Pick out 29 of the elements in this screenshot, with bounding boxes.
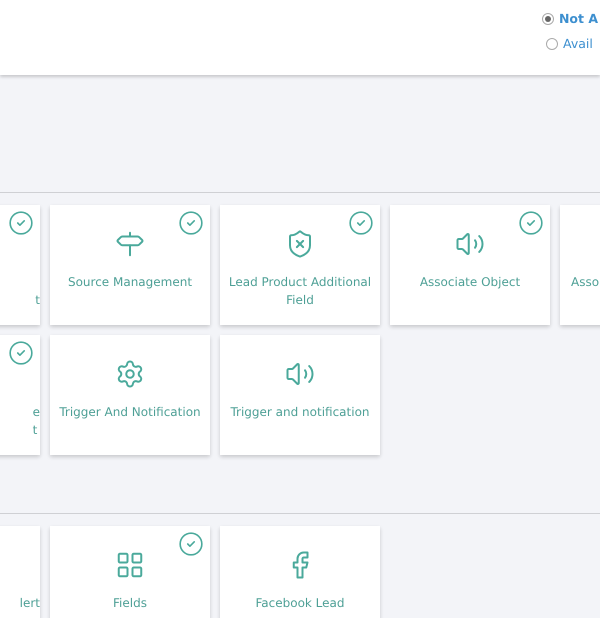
card-label: Fields — [112, 595, 148, 612]
signpost-icon — [115, 229, 145, 259]
card-label: e t — [32, 404, 40, 439]
module-card[interactable]: e t — [0, 335, 40, 455]
card-label: Associate Object — [418, 274, 522, 291]
card-label: t — [34, 292, 40, 309]
grid-icon — [115, 550, 145, 580]
module-card[interactable]: t — [0, 205, 40, 325]
card-label: Lead Product Additional Field — [228, 274, 372, 309]
card-label: Asso — [570, 274, 600, 291]
card-label: Facebook Lead — [254, 595, 346, 612]
radio-button[interactable] — [546, 38, 558, 50]
module-card[interactable]: Asso — [560, 205, 600, 325]
module-card[interactable]: Facebook Lead — [220, 526, 380, 618]
module-card[interactable]: Source Management — [50, 205, 210, 325]
radio-label[interactable]: Avail — [563, 36, 593, 51]
card-label: Trigger And Notification — [58, 404, 202, 421]
module-card[interactable]: Lead Product Additional Field — [220, 205, 380, 325]
module-card[interactable]: Trigger and notification — [220, 335, 380, 455]
card-label: lert — [18, 595, 40, 612]
card-label: Source Management — [66, 274, 194, 291]
module-card[interactable]: Associate Object — [390, 205, 550, 325]
radio-label[interactable]: Not A — [558, 11, 598, 26]
radio-button[interactable] — [542, 12, 554, 24]
module-card[interactable]: Fields — [50, 526, 210, 618]
card-label: Trigger and notification — [229, 404, 371, 421]
module-card[interactable]: lert — [0, 526, 40, 618]
settings-icon — [115, 359, 145, 389]
module-card[interactable]: Trigger And Notification — [50, 335, 210, 455]
